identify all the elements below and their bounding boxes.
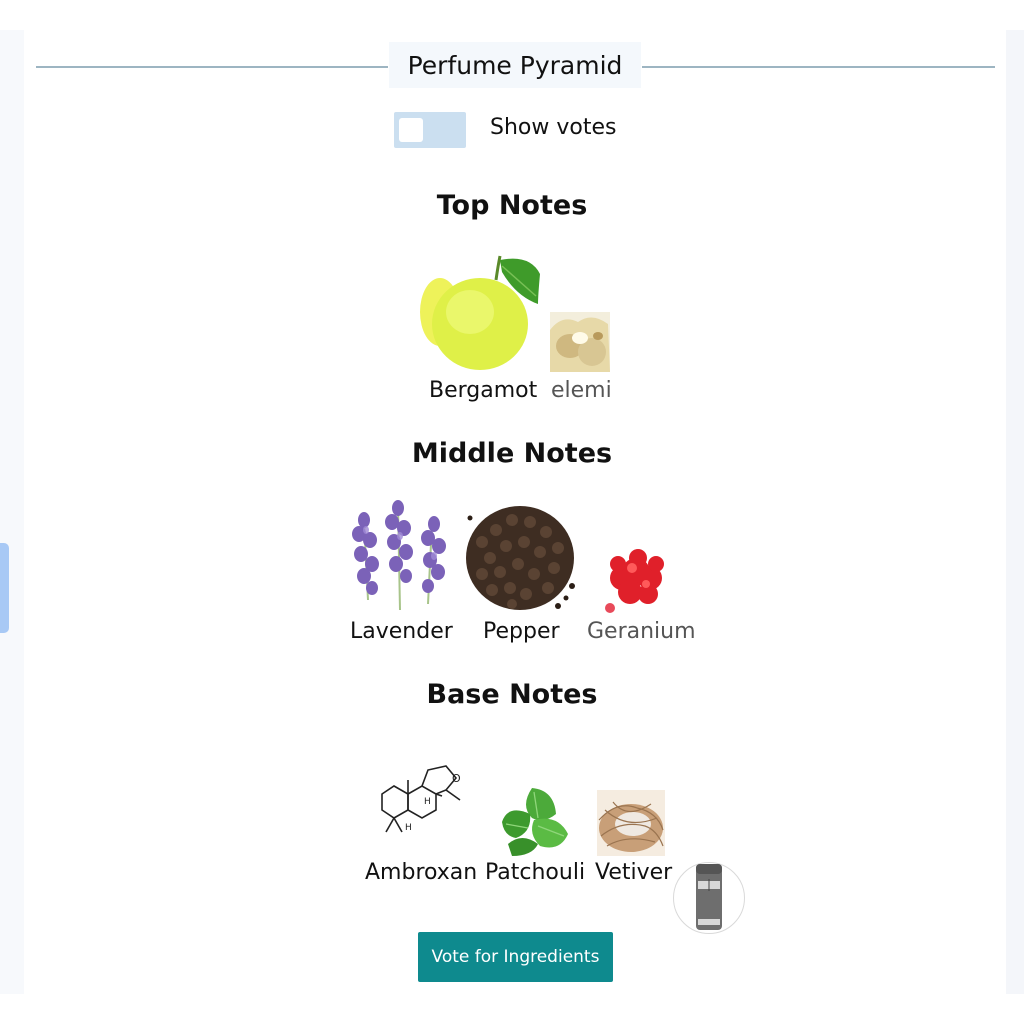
note-vetiver[interactable]	[597, 790, 665, 856]
note-label-geranium[interactable]: Geranium	[587, 619, 696, 644]
side-drawer-tab[interactable]	[0, 543, 9, 633]
vote-for-ingredients-button[interactable]: Vote for Ingredients	[418, 932, 613, 982]
geranium-image	[600, 542, 674, 616]
bergamot-image	[420, 252, 542, 374]
note-ambroxan[interactable]: O H H	[376, 760, 466, 840]
base-notes-heading: Base Notes	[426, 679, 598, 710]
perfume-bottle-icon	[696, 864, 722, 930]
note-label-pepper[interactable]: Pepper	[483, 619, 560, 644]
note-pepper[interactable]	[462, 502, 578, 614]
pyramid-title: Perfume Pyramid	[389, 42, 641, 88]
vetiver-image	[597, 790, 665, 856]
note-label-vetiver[interactable]: Vetiver	[595, 860, 672, 885]
title-divider-right	[642, 66, 995, 68]
toggle-knob	[399, 118, 423, 142]
note-label-lavender[interactable]: Lavender	[350, 619, 453, 644]
note-lavender[interactable]	[344, 500, 454, 612]
note-label-patchouli[interactable]: Patchouli	[485, 860, 585, 885]
pepper-image	[462, 502, 578, 614]
note-elemi[interactable]	[550, 312, 610, 372]
show-votes-label: Show votes	[490, 115, 617, 140]
title-divider-left	[36, 66, 388, 68]
top-notes-heading: Top Notes	[436, 190, 588, 221]
lavender-image	[344, 500, 454, 612]
note-patchouli[interactable]	[498, 784, 570, 856]
svg-text:O: O	[452, 772, 461, 785]
middle-notes-heading: Middle Notes	[411, 438, 613, 469]
patchouli-image	[498, 784, 570, 856]
note-bergamot[interactable]	[420, 252, 542, 374]
note-label-ambroxan[interactable]: Ambroxan	[365, 860, 477, 885]
perfume-bottle-button[interactable]	[673, 862, 745, 934]
show-votes-toggle[interactable]	[394, 112, 466, 148]
note-geranium[interactable]	[600, 542, 674, 616]
right-gutter	[1006, 30, 1024, 994]
note-label-elemi[interactable]: elemi	[551, 378, 612, 403]
ambroxan-molecule-image: O H H	[376, 760, 466, 840]
note-label-bergamot[interactable]: Bergamot	[429, 378, 537, 403]
svg-text:H: H	[405, 823, 412, 833]
elemi-image	[550, 312, 610, 372]
svg-text:H: H	[424, 797, 431, 807]
